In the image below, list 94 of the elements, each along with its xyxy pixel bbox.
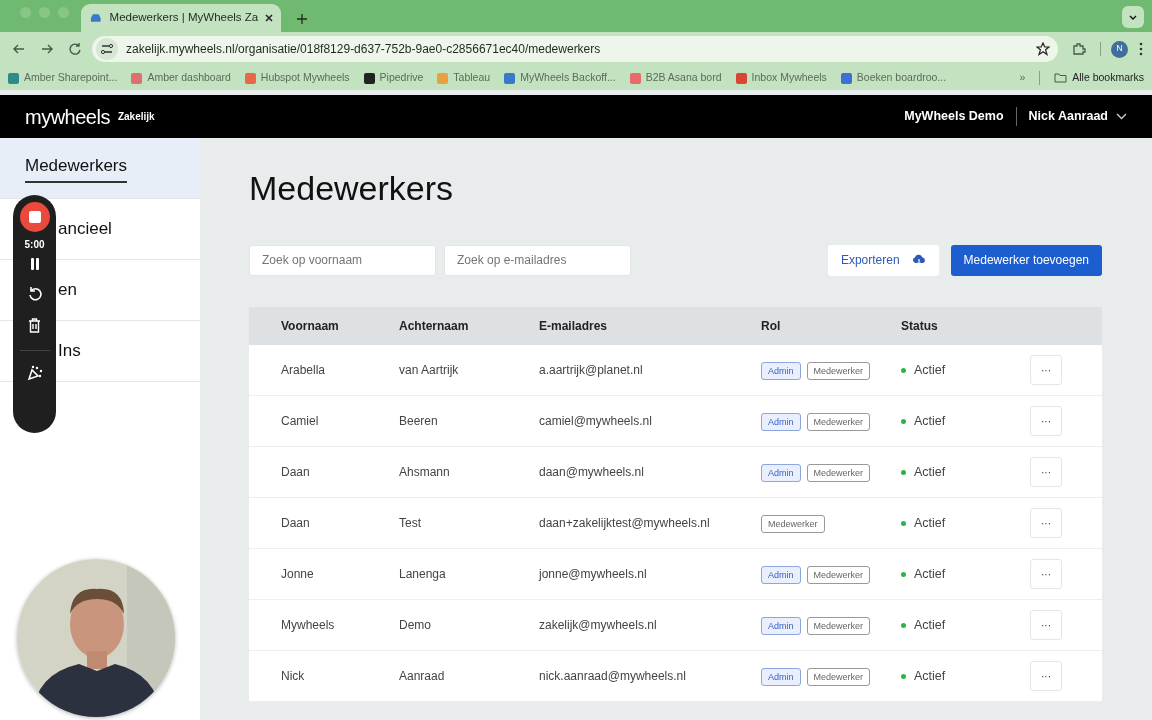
table-cell: Test — [398, 497, 538, 549]
role-tag: Admin — [761, 464, 801, 483]
status-text: Actief — [914, 361, 946, 379]
bookmark[interactable]: MyWheels Backoff... — [504, 70, 616, 86]
pause-icon[interactable] — [29, 258, 40, 270]
table-cell: Daan — [249, 446, 398, 498]
table-cell: Ahsmann — [398, 446, 538, 498]
table-cell: daan+zakelijktest@mywheels.nl — [538, 497, 760, 549]
role-tag: Admin — [761, 566, 801, 585]
new-tab-icon[interactable] — [297, 14, 307, 24]
table-cell: a.aartrijk@planet.nl — [538, 344, 760, 396]
car-icon — [89, 13, 103, 23]
bookmark[interactable]: Hubspot Mywheels — [244, 70, 350, 86]
table-cell: Mywheels — [249, 599, 398, 651]
bookmark[interactable]: Pipedrive — [363, 70, 424, 86]
more-options-button[interactable]: ··· — [1030, 559, 1062, 590]
table-cell: zakelijk@mywheels.nl — [538, 599, 760, 651]
sidebar-item[interactable]: Medewerkers — [0, 138, 200, 199]
more-bookmarks-button[interactable]: » — [1019, 70, 1026, 86]
folder-icon — [1054, 73, 1068, 83]
recording-timer: 5:00 — [24, 238, 45, 252]
effects-icon[interactable] — [26, 365, 43, 381]
search-field[interactable]: Zoek op e-mailadres — [444, 244, 631, 276]
role-tag: Medewerker — [806, 362, 871, 381]
close-icon[interactable] — [265, 14, 273, 22]
site-settings-icon[interactable] — [96, 38, 118, 60]
table-cell: Lanenga — [398, 548, 538, 600]
browser-tab[interactable]: Medewerkers | MyWheels Za — [81, 4, 281, 32]
bookmark[interactable]: B2B Asana bord — [629, 70, 722, 86]
extensions-icon[interactable] — [1072, 42, 1086, 56]
stop-button[interactable] — [19, 202, 50, 232]
table-cell: Nick — [249, 650, 398, 702]
status-text: Actief — [914, 565, 946, 583]
table-cell: Jonne — [249, 548, 398, 600]
role-tag: Admin — [761, 617, 801, 636]
status-text: Actief — [914, 463, 946, 481]
bookmark[interactable]: Inbox Mywheels — [735, 70, 827, 86]
more-options-button[interactable]: ··· — [1030, 508, 1062, 539]
menu-icon[interactable] — [1138, 42, 1144, 56]
search-field[interactable]: Zoek op voornaam — [249, 244, 436, 276]
bookmark[interactable]: Amber Sharepoint... — [8, 70, 118, 86]
column-header[interactable]: E-mailadres — [538, 306, 760, 345]
bookmark[interactable]: Boeken boardroo... — [840, 70, 947, 86]
more-options-button[interactable]: ··· — [1030, 610, 1062, 641]
page-title: Medewerkers — [249, 168, 455, 209]
status-text: Actief — [914, 616, 946, 634]
column-header[interactable]: Status — [900, 306, 1029, 345]
role-tag: Medewerker — [806, 464, 871, 483]
more-options-button[interactable]: ··· — [1030, 457, 1062, 488]
status-text: Actief — [914, 667, 946, 685]
status-text: Actief — [914, 412, 946, 430]
column-header[interactable]: Achternaam — [398, 306, 538, 345]
export-button[interactable]: Exporteren — [827, 244, 939, 276]
organization-name[interactable]: MyWheels Demo — [904, 107, 1017, 126]
role-tag: Medewerker — [806, 668, 871, 687]
column-header[interactable]: Voornaam — [249, 306, 398, 345]
chevron-icon — [1116, 113, 1127, 120]
role-tag: Medewerker — [806, 617, 871, 636]
more-options-button[interactable]: ··· — [1030, 406, 1062, 437]
square-icon — [28, 211, 41, 223]
table-cell: camiel@mywheels.nl — [538, 395, 760, 447]
role-tag: Medewerker — [761, 515, 825, 534]
role-tag: Medewerker — [806, 413, 871, 432]
role-tag: Admin — [761, 413, 801, 432]
logo[interactable]: mywheels — [25, 101, 110, 132]
status-text: Actief — [914, 514, 946, 532]
bookmark[interactable]: Tableau — [437, 70, 491, 86]
star-icon[interactable] — [1036, 42, 1050, 56]
bookmark[interactable]: Amber dashboard — [131, 70, 231, 86]
role-tag: Medewerker — [806, 566, 871, 585]
restart-icon[interactable] — [26, 286, 43, 302]
all-bookmarks-button[interactable]: Alle bookmarks — [1054, 70, 1144, 86]
chevron-icon — [1129, 14, 1137, 20]
trash-icon[interactable] — [28, 318, 41, 333]
table-cell: daan@mywheels.nl — [538, 446, 760, 498]
role-tag: Admin — [761, 362, 801, 381]
table-cell: nick.aanraad@mywheels.nl — [538, 650, 760, 702]
column-header[interactable]: Rol — [760, 306, 900, 345]
profile-avatar[interactable]: N — [1111, 40, 1128, 58]
logo-subtitle: Zakelijk — [117, 110, 155, 124]
tab-search-button[interactable] — [1122, 6, 1144, 28]
table-cell: jonne@mywheels.nl — [538, 548, 760, 600]
role-tag: Admin — [761, 668, 801, 687]
table-cell: Beeren — [398, 395, 538, 447]
table-cell: Camiel — [249, 395, 398, 447]
more-options-button[interactable]: ··· — [1030, 355, 1062, 386]
table-cell: Aanraad — [398, 650, 538, 702]
user-menu[interactable]: Nick Aanraad — [1016, 107, 1127, 126]
table-cell: Arabella — [249, 344, 398, 396]
table-cell: van Aartrijk — [398, 344, 538, 396]
more-options-button[interactable]: ··· — [1030, 661, 1062, 692]
table-cell: Demo — [398, 599, 538, 651]
add-employee-button[interactable]: Medewerker toevoegen — [950, 244, 1102, 276]
table-cell: Daan — [249, 497, 398, 549]
